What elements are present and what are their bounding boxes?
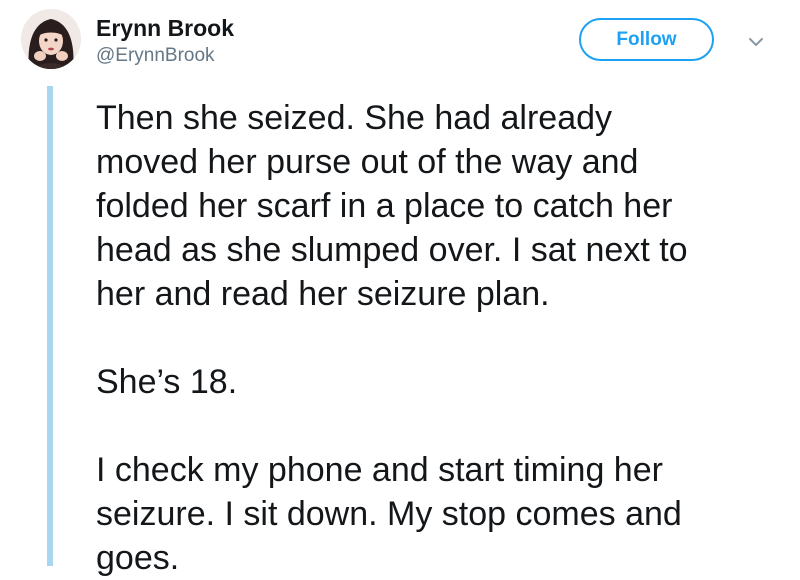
tweet-line: head as she slumped over. I sat next to (96, 231, 688, 269)
author-name[interactable]: Erynn Brook (96, 14, 234, 42)
tweet-paragraph: I check my phone and start timing her se… (96, 448, 786, 580)
tweet-line: Then she seized. She had already (96, 99, 613, 137)
profile-photo-icon (21, 9, 81, 69)
chevron-down-icon[interactable] (744, 30, 768, 54)
tweet-card: Erynn Brook @ErynnBrook Follow Then she … (0, 0, 800, 577)
tweet-paragraph: She’s 18. (96, 360, 786, 404)
author-avatar[interactable] (21, 9, 81, 69)
tweet-line: goes. (96, 539, 180, 577)
tweet-line: her and read her seizure plan. (96, 275, 550, 313)
tweet-text: Then she seized. She had already moved h… (96, 96, 786, 580)
tweet-line: I check my phone and start timing her (96, 451, 663, 489)
follow-button[interactable]: Follow (579, 18, 714, 61)
tweet-line: seizure. I sit down. My stop comes and (96, 495, 682, 533)
tweet-line: folded her scarf in a place to catch her (96, 187, 673, 225)
tweet-line: She’s 18. (96, 363, 238, 401)
tweet-line: moved her purse out of the way and (96, 143, 639, 181)
follow-button-label: Follow (616, 28, 677, 50)
thread-line (47, 86, 53, 566)
tweet-paragraph: Then she seized. She had already moved h… (96, 96, 786, 316)
author-handle[interactable]: @ErynnBrook (96, 44, 215, 68)
